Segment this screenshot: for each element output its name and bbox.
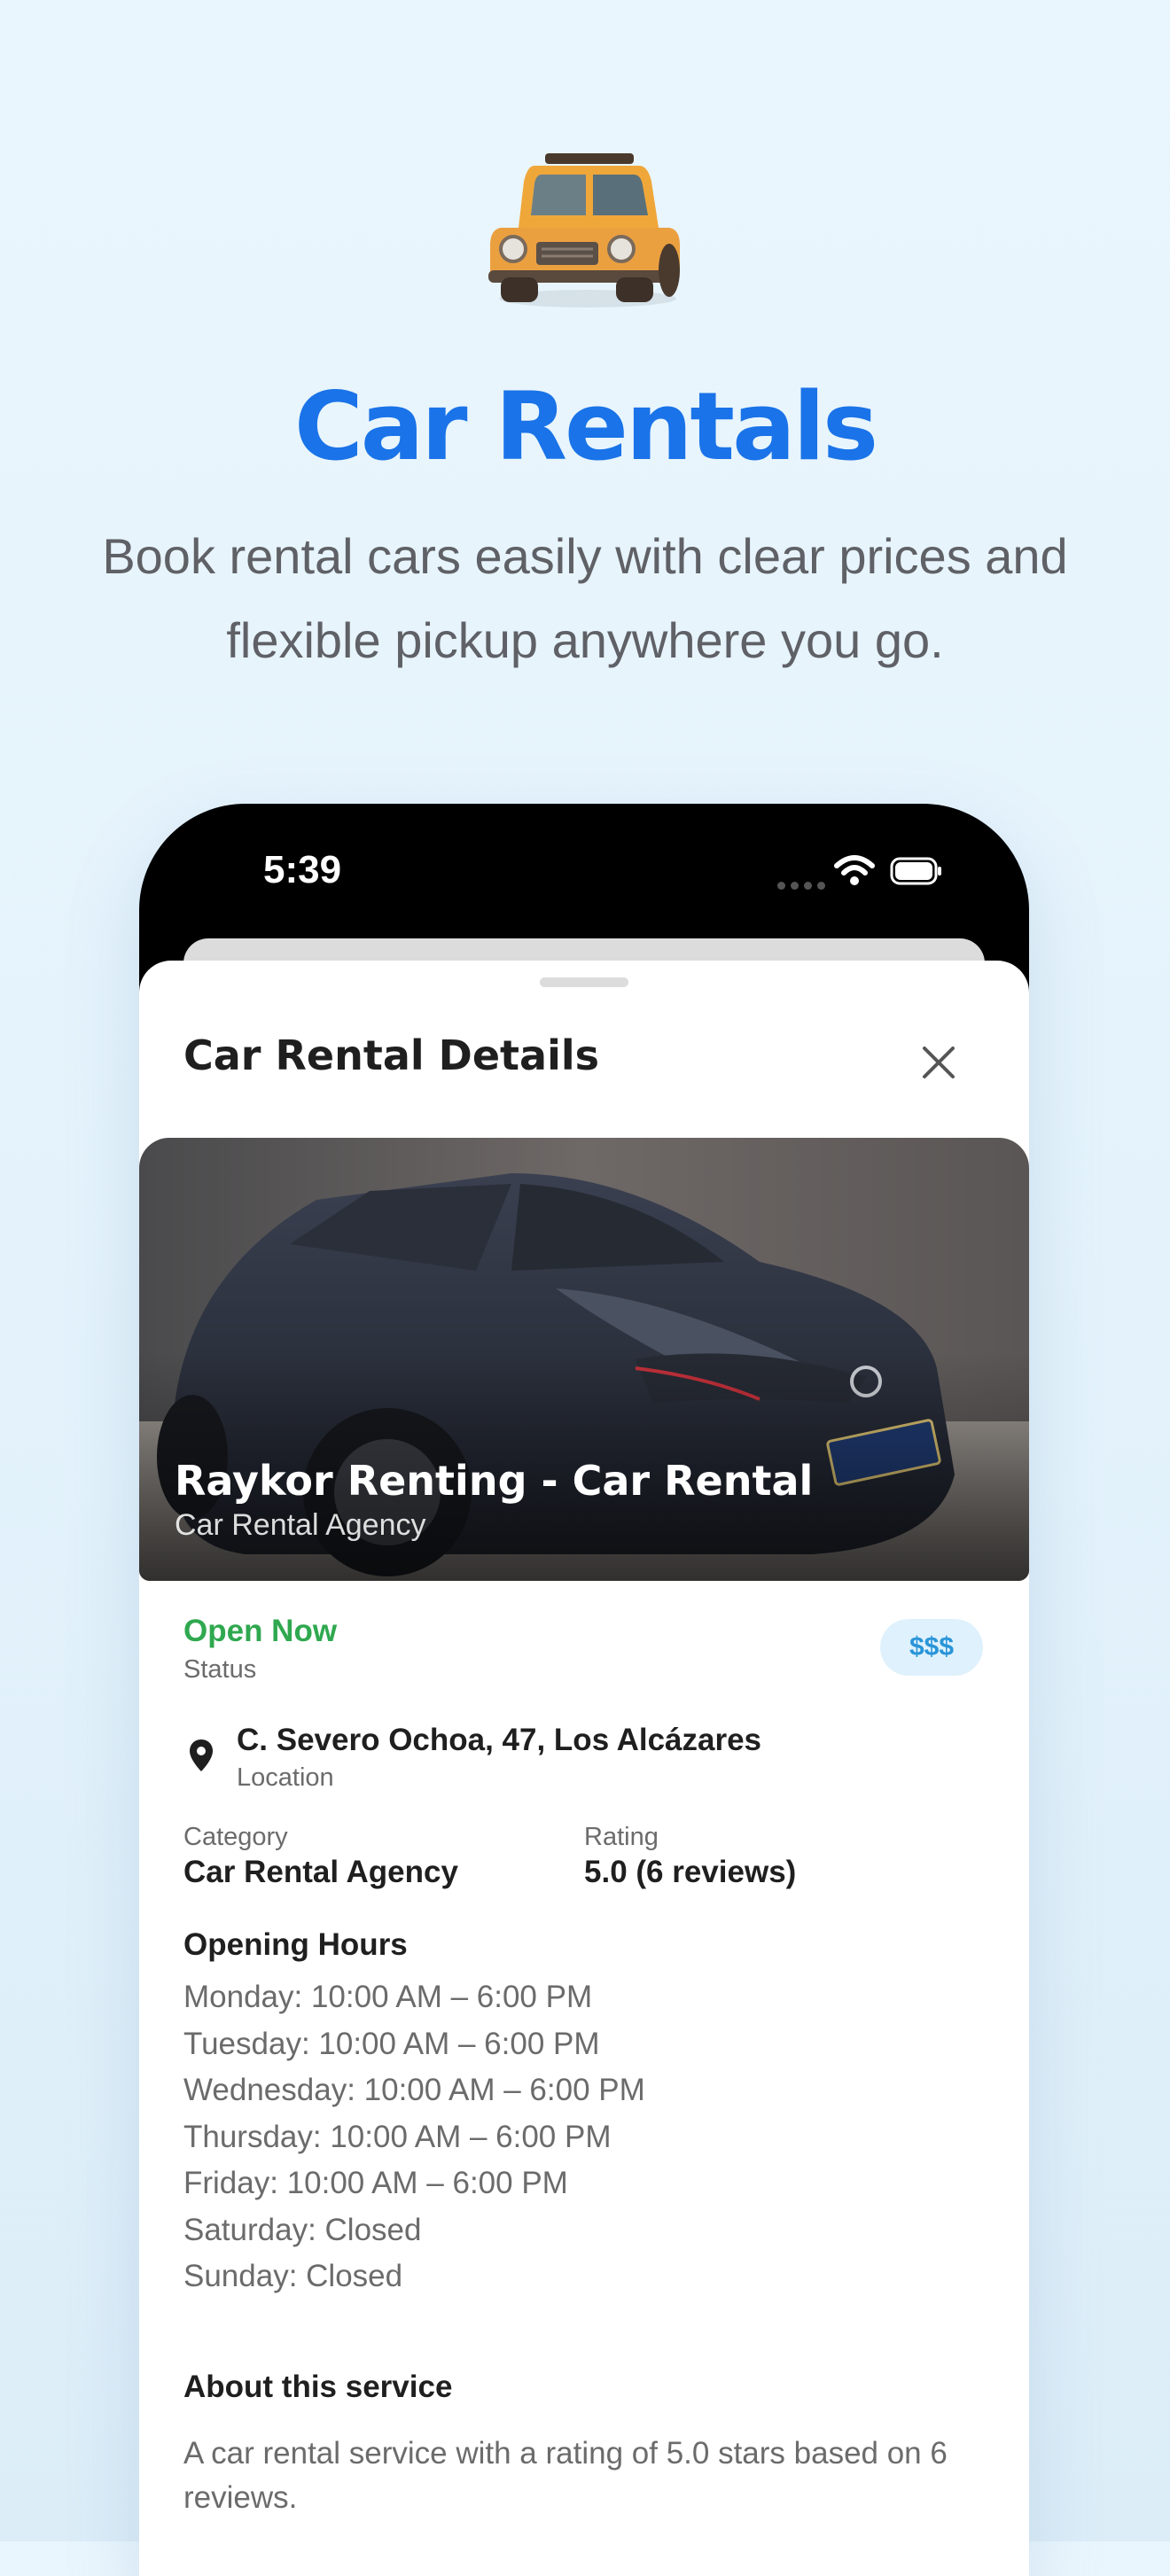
price-badge: $$$: [880, 1619, 983, 1676]
hours-row-sunday: Sunday: Closed: [183, 2259, 403, 2293]
listing-type: Car Rental Agency: [175, 1508, 426, 1542]
category-label: Category: [183, 1823, 288, 1851]
hours-row-thursday: Thursday: 10:00 AM – 6:00 PM: [183, 2119, 612, 2154]
status-value: Open Now: [183, 1614, 338, 1648]
location-value: C. Severo Ochoa, 47, Los Alcázares: [237, 1723, 762, 1757]
page-subtitle: Book rental cars easily with clear price…: [102, 528, 1068, 668]
page-title: Car Rentals: [293, 372, 878, 481]
status-time: 5:39: [263, 848, 342, 891]
phone-frame: 5:39 Car Rental Details Raykor Renting -…: [139, 804, 1029, 2576]
sheet-grabber[interactable]: [540, 977, 628, 987]
about-text: A car rental service with a rating of 5.…: [183, 2436, 948, 2515]
hours-row-tuesday: Tuesday: 10:00 AM – 6:00 PM: [183, 2026, 600, 2061]
hours-row-monday: Monday: 10:00 AM – 6:00 PM: [183, 1980, 593, 2014]
signal-dots-icon: [777, 882, 825, 890]
opening-hours-list: Monday: 10:00 AM – 6:00 PM Tuesday: 10:0…: [183, 1974, 645, 2300]
wifi-icon: [834, 855, 875, 885]
rating-value: 5.0 (6 reviews): [584, 1855, 797, 1889]
hours-row-friday: Friday: 10:00 AM – 6:00 PM: [183, 2166, 568, 2200]
location-label: Location: [237, 1763, 334, 1792]
listing-name: Raykor Renting - Car Rental: [175, 1457, 814, 1505]
rating-label: Rating: [584, 1823, 659, 1851]
location-pin-icon: [190, 1739, 213, 1771]
status-label: Status: [183, 1655, 257, 1684]
battery-icon: [890, 857, 941, 885]
about-heading: About this service: [183, 2370, 453, 2404]
hours-row-saturday: Saturday: Closed: [183, 2212, 422, 2247]
car-emoji-icon: [488, 153, 680, 307]
close-icon[interactable]: [919, 1043, 958, 1082]
hours-row-wednesday: Wednesday: 10:00 AM – 6:00 PM: [183, 2073, 645, 2107]
details-sheet: Car Rental Details Raykor Renting - Car …: [139, 961, 1029, 2576]
opening-hours-heading: Opening Hours: [183, 1927, 408, 1962]
sheet-title: Car Rental Details: [183, 1031, 600, 1079]
category-value: Car Rental Agency: [183, 1855, 458, 1889]
listing-image: Raykor Renting - Car Rental Car Rental A…: [139, 1138, 1029, 1581]
